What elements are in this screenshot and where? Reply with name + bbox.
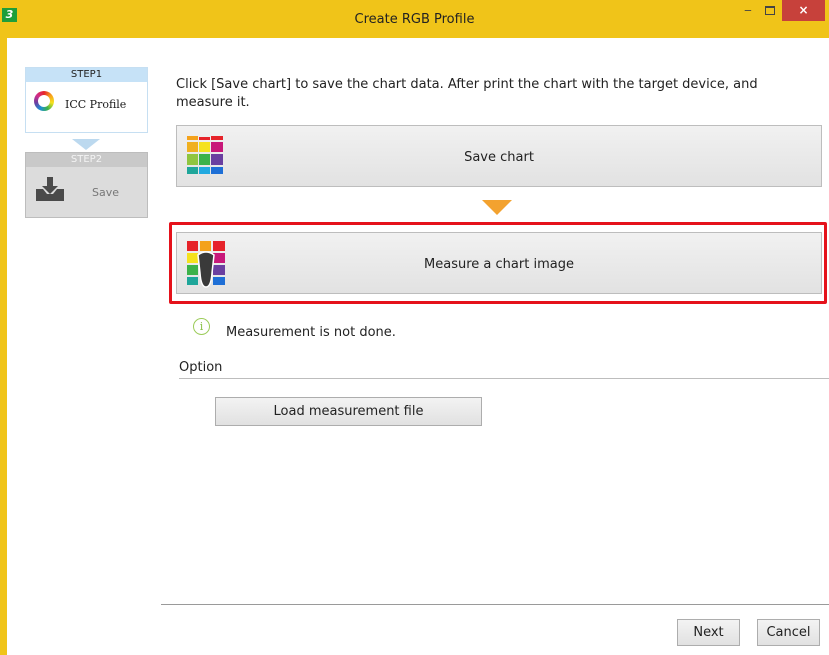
maximize-icon: [765, 6, 775, 15]
step1-header: STEP1: [26, 68, 147, 82]
close-button[interactable]: ×: [782, 0, 825, 21]
save-tray-icon: [36, 177, 64, 201]
save-chart-label: Save chart: [464, 150, 534, 165]
step1-label: ICC Profile: [65, 98, 127, 111]
measure-chart-button[interactable]: Measure a chart image: [176, 232, 822, 294]
measure-chart-label: Measure a chart image: [424, 257, 574, 272]
maximize-button[interactable]: [760, 0, 780, 21]
title-bar: 3 Create RGB Profile ‒ ×: [0, 0, 829, 38]
footer-divider: [161, 604, 829, 605]
window-title: Create RGB Profile: [354, 12, 475, 27]
step2-label: Save: [92, 186, 120, 199]
load-measurement-file-button[interactable]: Load measurement file: [215, 397, 482, 426]
minimize-button[interactable]: ‒: [738, 0, 758, 21]
step1-panel[interactable]: STEP1 ICC Profile: [25, 67, 148, 133]
flow-arrow-icon: [482, 200, 512, 215]
measurement-status: Measurement is not done.: [226, 325, 396, 340]
step-arrow-icon: [72, 139, 100, 150]
instruction-text: Click [Save chart] to save the chart dat…: [176, 77, 758, 110]
info-icon: i: [193, 318, 210, 335]
save-chart-button[interactable]: Save chart: [176, 125, 822, 187]
color-wheel-icon: [34, 91, 54, 111]
option-heading: Option: [179, 360, 223, 375]
next-button[interactable]: Next: [677, 619, 740, 646]
cancel-button[interactable]: Cancel: [757, 619, 820, 646]
step2-panel: STEP2 Save: [25, 152, 148, 218]
step2-header: STEP2: [26, 153, 147, 167]
option-divider: [179, 378, 829, 379]
